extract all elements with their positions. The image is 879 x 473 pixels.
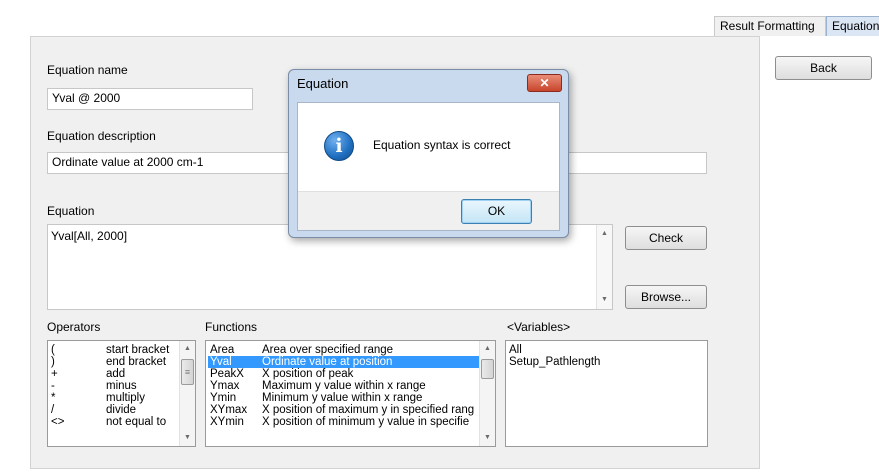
function-name: XYmax <box>210 404 248 416</box>
scroll-up-icon[interactable]: ▲ <box>180 342 195 356</box>
equation-name-label: Equation name <box>47 63 128 77</box>
function-desc: X position of peak <box>262 368 354 380</box>
operator-symbol: ) <box>51 356 55 368</box>
operator-symbol: ( <box>51 344 55 356</box>
scroll-up-icon[interactable]: ▲ <box>597 227 612 241</box>
function-desc: Ordinate value at position <box>262 356 393 368</box>
list-item[interactable]: ) end bracket <box>51 356 179 368</box>
tab-equation[interactable]: Equation <box>826 16 879 36</box>
equation-name-field[interactable]: Yval @ 2000 <box>47 88 253 110</box>
equation-scrollbar[interactable]: ▲ ▼ <box>596 225 612 309</box>
dialog-footer: OK <box>298 191 559 230</box>
info-glyph: i <box>335 135 343 157</box>
dialog-title: Equation <box>297 76 349 91</box>
function-name: Area <box>210 344 235 356</box>
function-desc: X position of minimum y value in specifi… <box>262 416 470 428</box>
dialog-message: Equation syntax is correct <box>373 138 511 152</box>
list-item-selected[interactable]: Yval Ordinate value at position <box>208 356 479 368</box>
function-name: Ymin <box>210 392 237 404</box>
operator-symbol: <> <box>51 416 65 428</box>
variables-list[interactable]: All Setup_Pathlength <box>505 340 708 447</box>
equation-text: Yval[All, 2000] <box>51 229 128 243</box>
close-icon[interactable]: ✕ <box>527 74 562 92</box>
operator-desc: add <box>106 368 126 380</box>
list-item[interactable]: Setup_Pathlength <box>509 356 600 368</box>
operator-desc: multiply <box>106 392 145 404</box>
list-item[interactable]: Area Area over specified range <box>208 344 479 356</box>
operator-desc: minus <box>106 380 137 392</box>
dialog-body: i Equation syntax is correct OK <box>297 102 560 231</box>
info-icon: i <box>324 131 354 161</box>
function-name: Ymax <box>210 380 240 392</box>
list-item[interactable]: * multiply <box>51 392 179 404</box>
scroll-down-icon[interactable]: ▼ <box>480 431 495 445</box>
list-item[interactable]: All <box>509 344 600 356</box>
check-button[interactable]: Check <box>625 226 707 250</box>
scroll-up-icon[interactable]: ▲ <box>480 342 495 356</box>
scroll-down-icon[interactable]: ▼ <box>597 293 612 307</box>
operators-list[interactable]: (start bracket ) end bracket + add - minus … <box>47 340 196 447</box>
equation-label: Equation <box>47 204 95 218</box>
list-item[interactable]: Ymax Maximum y value within x range <box>208 380 479 392</box>
variables-label: <Variables> <box>507 320 571 334</box>
function-name: PeakX <box>210 368 244 380</box>
function-desc: Minimum y value within x range <box>262 392 423 404</box>
function-name: Yval <box>210 356 232 368</box>
operators-scrollbar[interactable]: ▲ ≡ ▼ <box>179 341 195 446</box>
operator-desc: divide <box>106 404 137 416</box>
ok-button[interactable]: OK <box>461 199 532 224</box>
functions-list[interactable]: Area Area over specified range Yval Ordina… <box>205 340 496 447</box>
functions-scrollbar[interactable]: ▲ ▼ <box>479 341 495 446</box>
scroll-down-icon[interactable]: ▼ <box>180 431 195 445</box>
list-item[interactable]: XYmin X position of minimum y value in sp… <box>208 416 479 428</box>
list-item[interactable]: - minus <box>51 380 179 392</box>
function-name: XYmin <box>210 416 244 428</box>
list-item[interactable]: / divide <box>51 404 179 416</box>
operators-rows: (start bracket ) end bracket + add - minus … <box>51 344 179 428</box>
back-button[interactable]: Back <box>775 56 872 80</box>
operator-symbol: - <box>51 380 55 392</box>
function-desc: Area over specified range <box>262 344 394 356</box>
list-item[interactable]: XYmax X position of maximum y in specifie… <box>208 404 479 416</box>
functions-rows: Area Area over specified range Yval Ordina… <box>208 344 479 428</box>
equation-description-label: Equation description <box>47 129 156 143</box>
function-desc: X position of maximum y in specified ran… <box>262 404 475 416</box>
list-item[interactable]: PeakX X position of peak <box>208 368 479 380</box>
variables-rows: All Setup_Pathlength <box>509 344 600 368</box>
operators-label: Operators <box>47 320 101 334</box>
scroll-thumb[interactable]: ≡ <box>181 359 194 385</box>
tab-result-formatting[interactable]: Result Formatting <box>714 16 826 36</box>
operator-symbol: / <box>51 404 55 416</box>
list-item[interactable]: <> not equal to <box>51 416 179 428</box>
operator-symbol: * <box>51 392 56 404</box>
browse-button[interactable]: Browse... <box>625 285 707 309</box>
equation-dialog: Equation ✕ i Equation syntax is correct … <box>288 69 569 238</box>
operator-desc: not equal to <box>106 416 167 428</box>
tab-strip: Result Formatting Equation <box>0 0 879 36</box>
list-item[interactable]: ( start bracket <box>51 344 179 356</box>
list-item[interactable]: + add <box>51 368 179 380</box>
operator-desc: start bracket <box>106 344 170 356</box>
operator-symbol: + <box>51 368 58 380</box>
operator-desc: end bracket <box>106 356 167 368</box>
function-desc: Maximum y value within x range <box>262 380 426 392</box>
grip-icon: ≡ <box>184 367 191 377</box>
scroll-thumb[interactable] <box>481 359 494 379</box>
list-item[interactable]: Ymin Minimum y value within x range <box>208 392 479 404</box>
functions-label: Functions <box>205 320 258 334</box>
